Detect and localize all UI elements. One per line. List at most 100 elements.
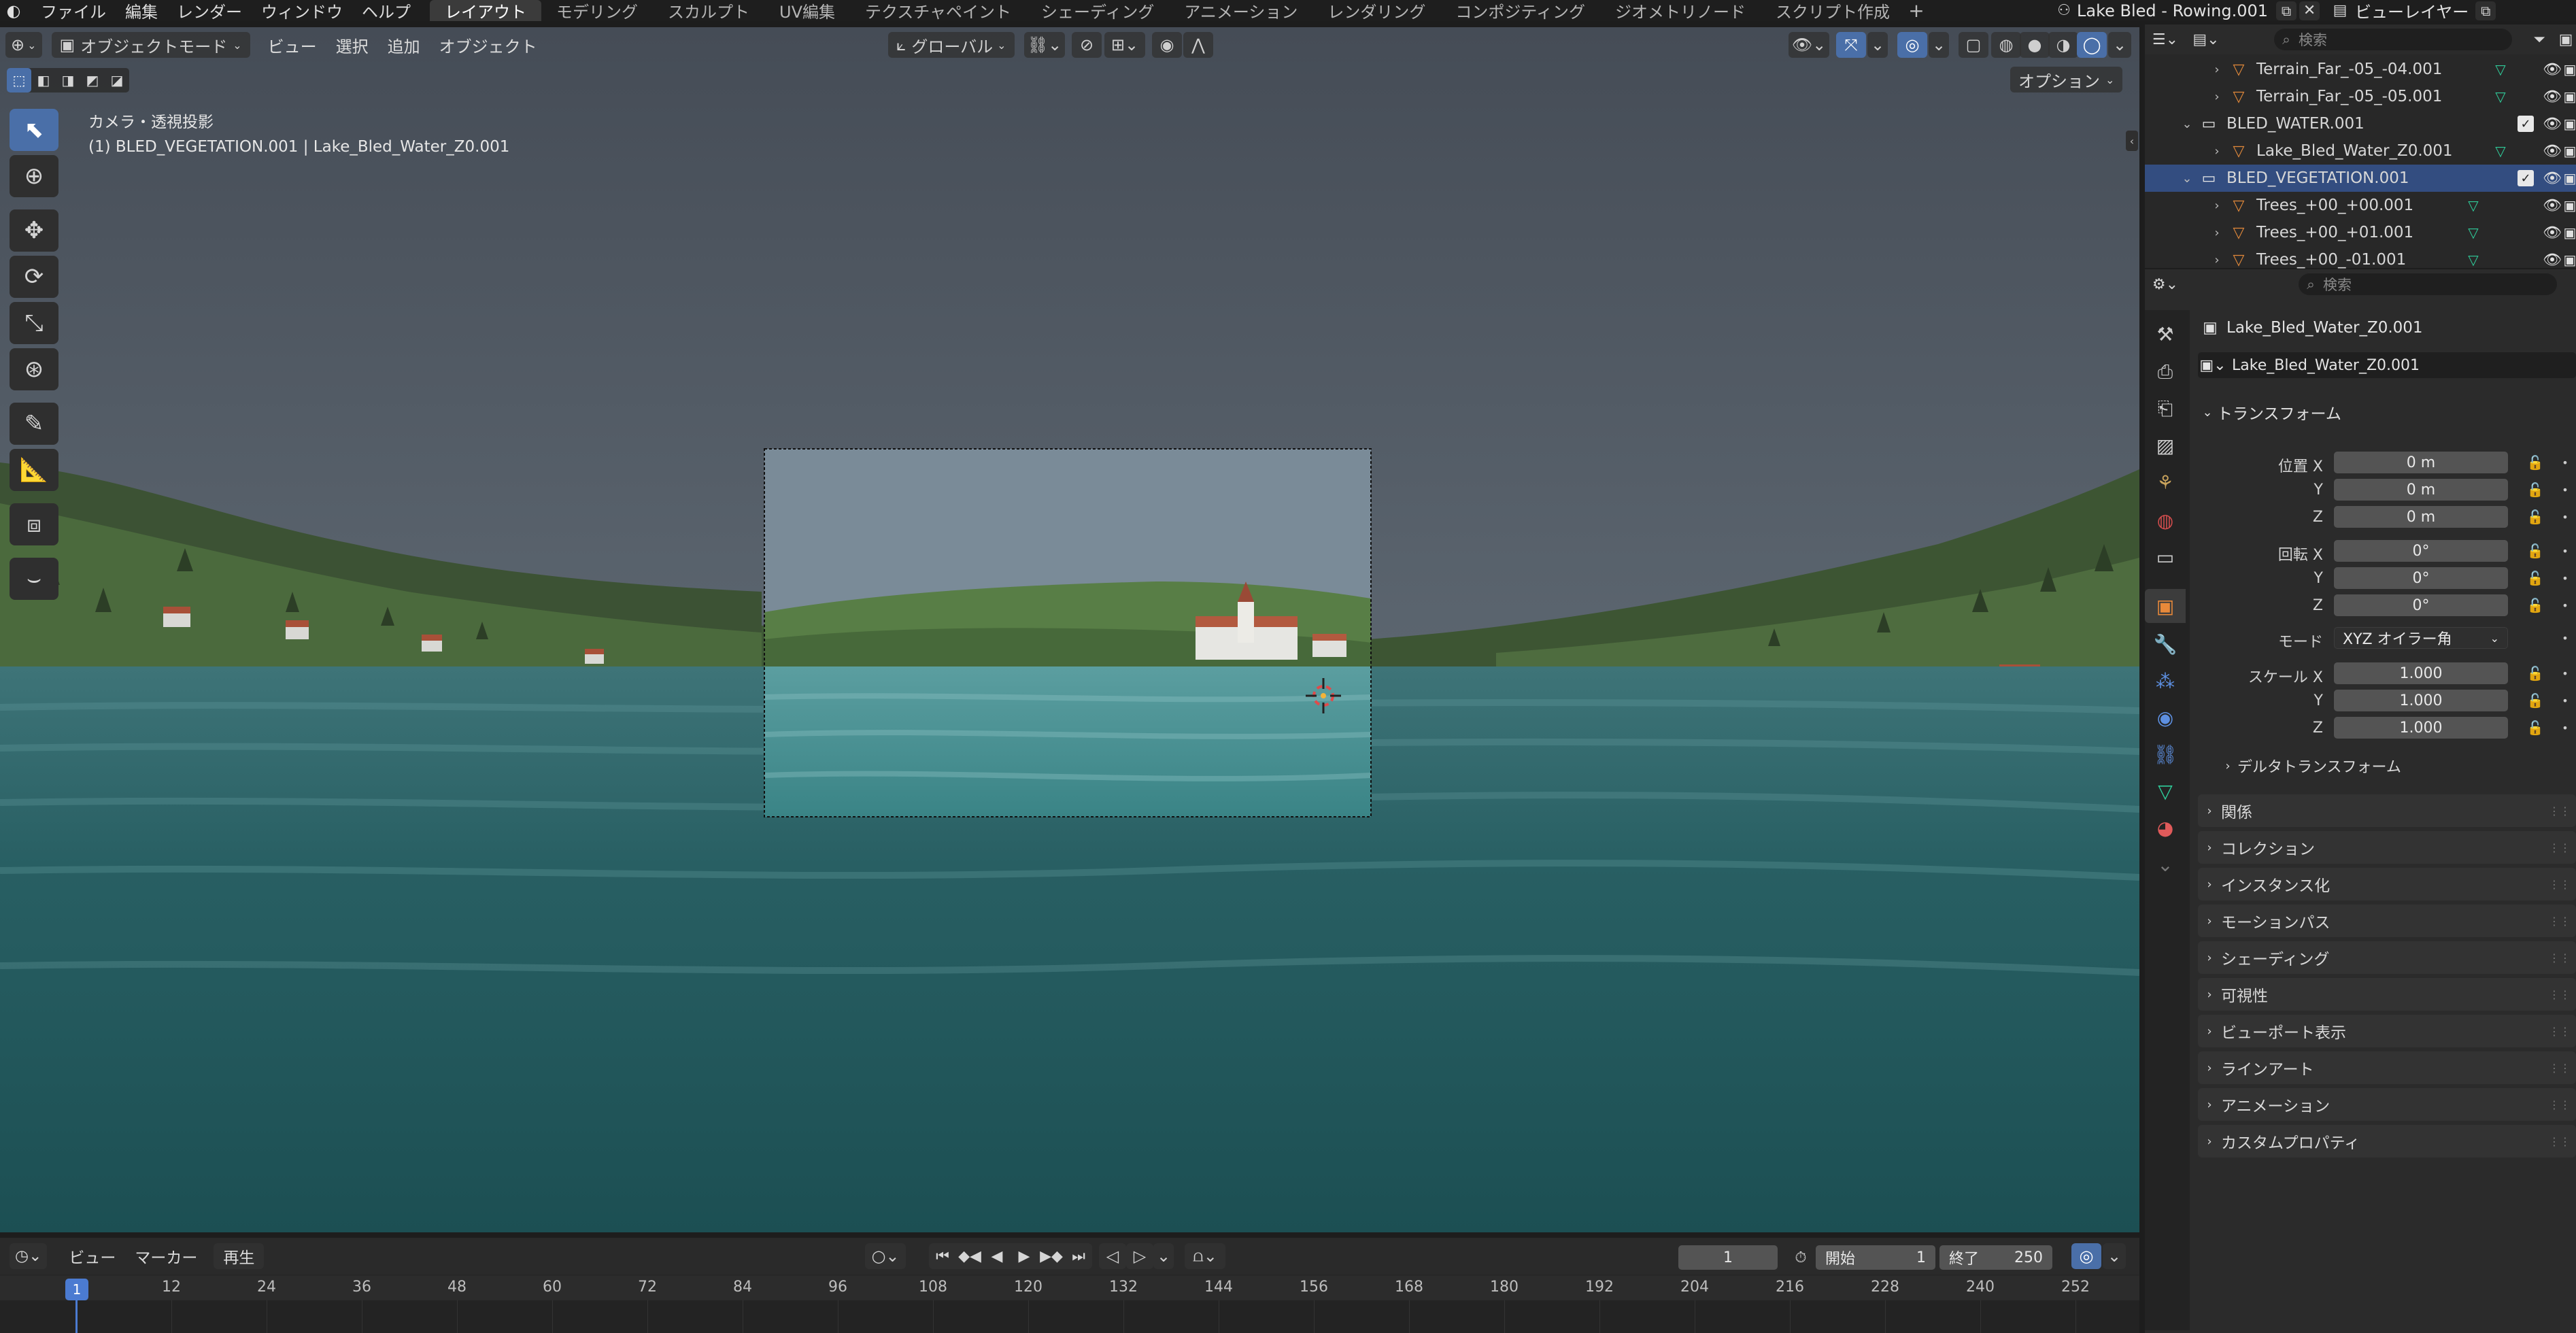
lock-icon[interactable]: 🔓 <box>2526 452 2545 473</box>
timeline-view-icon[interactable]: ◎ <box>2071 1243 2101 1269</box>
select-intersect-icon[interactable]: ◪ <box>105 68 129 92</box>
drag-handle-icon[interactable]: ⋮⋮ <box>2549 805 2571 817</box>
play-icon[interactable]: ▶ <box>1011 1248 1038 1265</box>
outliner-search[interactable]: ⌕ 検索 <box>2274 29 2512 50</box>
options-dropdown[interactable]: オプション ⌄ <box>2010 67 2123 92</box>
rendered-shading-icon[interactable]: ◯ <box>2077 32 2107 58</box>
keyframe-dot-icon[interactable]: • <box>2558 506 2572 528</box>
data-tab-icon[interactable]: ▽ <box>2145 774 2186 808</box>
3d-viewport[interactable] <box>0 27 2139 1232</box>
render-visibility-icon[interactable]: ▣ <box>2564 252 2576 268</box>
drag-handle-icon[interactable]: ⋮⋮ <box>2549 878 2571 891</box>
select-box-tool-icon[interactable]: ⬉ <box>10 109 58 151</box>
visibility-eye-icon[interactable]: 👁 <box>2542 170 2562 187</box>
rotate-tool-icon[interactable]: ⟳ <box>10 256 58 298</box>
workspace-tab[interactable]: レイアウト <box>430 0 541 22</box>
transform-tool-icon[interactable]: ⊛ <box>10 348 58 390</box>
close-icon[interactable]: ✕ <box>2299 1 2320 20</box>
properties-panel[interactable]: › アニメーション ⋮⋮ <box>2198 1088 2576 1121</box>
drag-handle-icon[interactable]: ⋮⋮ <box>2549 1098 2571 1111</box>
filter-icon[interactable]: ⏷ <box>2526 26 2553 53</box>
properties-panel[interactable]: › インスタンス化 ⋮⋮ <box>2198 868 2576 900</box>
visibility-eye-icon[interactable]: 👁 <box>2542 88 2562 105</box>
wireframe-shading-icon[interactable]: ◍ <box>1991 32 2021 58</box>
chevron-right-icon[interactable]: › <box>2209 199 2225 213</box>
scene-tab-icon[interactable]: ⚘ <box>2145 465 2186 499</box>
physics-tab-icon[interactable]: ◉ <box>2145 701 2186 735</box>
lock-icon[interactable]: 🔓 <box>2526 662 2545 684</box>
keyframe-dot-icon[interactable]: • <box>2558 690 2572 711</box>
annotate-tool-icon[interactable]: ✎ <box>10 403 58 445</box>
constraints-tab-icon[interactable]: ⛓ <box>2145 737 2186 771</box>
visibility-eye-icon[interactable]: 👁 <box>2542 116 2562 133</box>
proportional-edit-icon[interactable]: ◉ <box>1152 32 1182 58</box>
drag-handle-icon[interactable]: ⋮⋮ <box>2549 951 2571 964</box>
transform-value-field[interactable]: 0° <box>2334 567 2508 589</box>
keyframe-dot-icon[interactable]: • <box>2558 479 2572 501</box>
collection-checkbox[interactable]: ✓ <box>2518 170 2534 186</box>
chevron-down-icon[interactable]: ⌄ <box>2179 117 2195 131</box>
snap-icon[interactable]: ⊘ <box>1072 32 1102 58</box>
select-new-icon[interactable]: ⬚ <box>7 68 31 92</box>
falloff-icon[interactable]: ⋀ <box>1183 32 1213 58</box>
drag-handle-icon[interactable]: ⋮⋮ <box>2549 915 2571 928</box>
mesh-data-icon[interactable]: ▽ <box>2464 252 2482 268</box>
more-tabs-icon[interactable]: ⌄ <box>2145 847 2186 881</box>
timeline-menu-item[interactable]: ビュー <box>59 1243 125 1269</box>
play-reverse-icon[interactable]: ◀ <box>983 1248 1011 1265</box>
chevron-right-icon[interactable]: › <box>2209 90 2225 104</box>
keying-icon[interactable]: ○⌄ <box>865 1243 906 1269</box>
end-frame-field[interactable]: 終了 250 <box>1939 1245 2052 1270</box>
move-tool-icon[interactable]: ✥ <box>10 209 58 252</box>
add-workspace-button[interactable]: + <box>1905 0 1928 22</box>
copy-scene-icon[interactable]: ⧉ <box>2276 1 2297 20</box>
lock-icon[interactable]: 🔓 <box>2526 479 2545 501</box>
overlay-dropdown-icon[interactable]: ⌄ <box>1929 32 1949 58</box>
properties-editor-icon[interactable]: ⚙⌄ <box>2145 271 2186 298</box>
prev-keyframe-icon[interactable]: ◁ <box>1099 1243 1126 1269</box>
timeline-editor-icon[interactable]: ◷⌄ <box>10 1243 48 1269</box>
select-extend-icon[interactable]: ◧ <box>31 68 56 92</box>
output-tab-icon[interactable]: ⎗ <box>2145 392 2186 426</box>
visibility-eye-icon[interactable]: 👁 <box>2542 143 2562 160</box>
properties-panel[interactable]: › 可視性 ⋮⋮ <box>2198 978 2576 1011</box>
jump-end-icon[interactable]: ⏭ <box>1065 1248 1092 1265</box>
chevron-right-icon[interactable]: › <box>2209 63 2225 77</box>
gizmo-icon[interactable]: ⤧ <box>1836 32 1866 58</box>
keying-set-dropdown-icon[interactable]: ⌄ <box>1153 1243 1174 1269</box>
object-tab-icon[interactable]: ▣ <box>2145 589 2186 623</box>
jump-keyframe-back-icon[interactable]: ◆◀ <box>956 1248 983 1265</box>
workspace-tab[interactable]: スクリプト作成 <box>1761 0 1905 22</box>
viewport-menu-item[interactable]: オブジェクト <box>430 32 547 58</box>
drag-handle-icon[interactable]: ⋮⋮ <box>2549 1135 2571 1148</box>
visibility-eye-icon[interactable]: 👁 <box>2542 197 2562 214</box>
rotation-mode-dropdown[interactable]: XYZ オイラー角 ⌄ <box>2334 627 2508 649</box>
material-tab-icon[interactable]: ◕ <box>2145 811 2186 845</box>
workspace-tab[interactable]: アニメーション <box>1169 0 1312 22</box>
render-tab-icon[interactable]: ⎙ <box>2145 355 2186 389</box>
pivot-icon[interactable]: ⛓⌄ <box>1024 32 1065 58</box>
render-visibility-icon[interactable]: ▣ <box>2564 61 2576 78</box>
select-subtract-icon[interactable]: ◨ <box>56 68 80 92</box>
properties-panel[interactable]: › ビューポート表示 ⋮⋮ <box>2198 1015 2576 1047</box>
properties-panel[interactable]: › ラインアート ⋮⋮ <box>2198 1051 2576 1084</box>
render-visibility-icon[interactable]: ▣ <box>2564 116 2576 132</box>
world-tab-icon[interactable]: ◍ <box>2145 503 2186 537</box>
timeline-menu-item[interactable]: 再生 <box>214 1243 265 1269</box>
object-name-field[interactable]: ▣⌄ Lake_Bled_Water_Z0.001 <box>2198 352 2576 378</box>
snap-target-icon[interactable]: ⊞⌄ <box>1104 32 1145 58</box>
visibility-eye-icon[interactable]: 👁 <box>2542 252 2562 269</box>
cursor-tool-icon[interactable]: ⊕ <box>10 155 58 197</box>
properties-panel[interactable]: › モーションパス ⋮⋮ <box>2198 905 2576 937</box>
keyframe-dot-icon[interactable]: • <box>2558 627 2572 649</box>
keyframe-dot-icon[interactable]: • <box>2558 540 2572 562</box>
keyframe-dot-icon[interactable]: • <box>2558 662 2572 684</box>
sidebar-toggle-icon[interactable]: ‹ <box>2126 131 2138 151</box>
viewport-menu-item[interactable]: 追加 <box>378 32 430 58</box>
particles-tab-icon[interactable]: ⁂ <box>2145 664 2186 698</box>
viewport-menu-item[interactable]: 選択 <box>326 32 378 58</box>
solid-shading-icon[interactable]: ● <box>2020 32 2050 58</box>
transform-value-field[interactable]: 0 m <box>2334 479 2508 501</box>
workspace-tab[interactable]: UV編集 <box>764 0 850 22</box>
lock-icon[interactable]: 🔓 <box>2526 506 2545 528</box>
